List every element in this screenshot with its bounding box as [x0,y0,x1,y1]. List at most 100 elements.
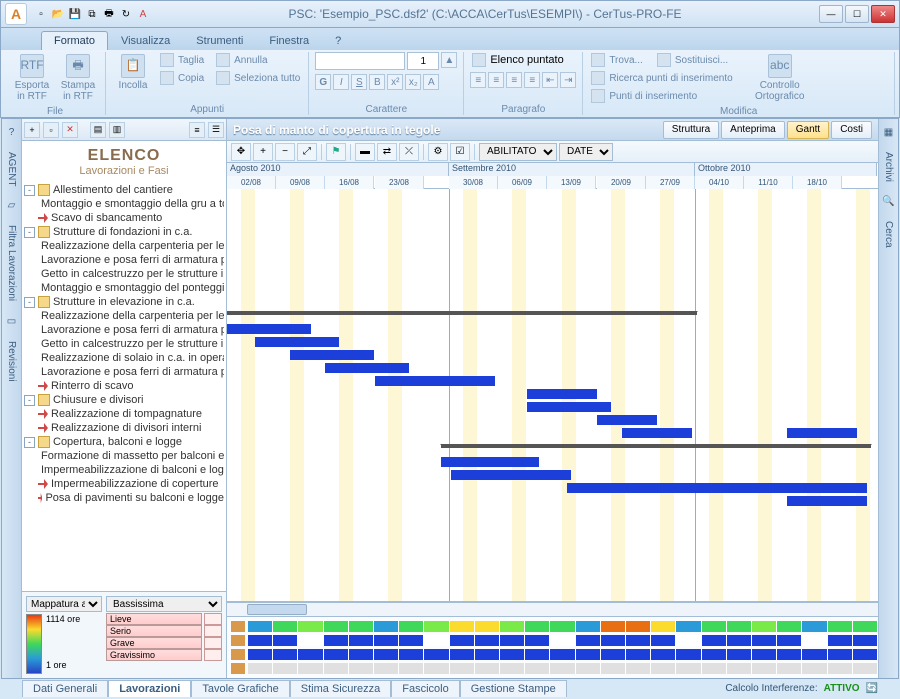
tab-archivi[interactable]: Archivi [881,148,896,186]
tree-node[interactable]: -Allestimento del cantiere [24,183,224,197]
tree-node[interactable]: -Chiusure e divisori [24,393,224,407]
qa-open-icon[interactable]: 📂 [50,6,66,22]
lp-list-icon[interactable]: ≡ [189,122,205,138]
gantt-h-scrollbar[interactable] [227,602,878,616]
ribbon-tab-visualizza[interactable]: Visualizza [108,31,183,50]
scroll-thumb[interactable] [247,604,307,615]
find-ins-button[interactable]: Ricerca punti di inserimento [589,70,734,86]
ribbon-tab-strumenti[interactable]: Strumenti [183,31,256,50]
severity-row[interactable]: Gravissimo [106,649,222,661]
color-mapping-select[interactable]: Mappatura a colori [26,596,102,612]
rev-icon[interactable]: ▭ [5,312,18,331]
outdent-button[interactable]: ⇤ [542,72,558,88]
font-combo[interactable] [315,52,405,70]
tab-revisioni[interactable]: Revisioni [4,337,19,386]
gantt-bar[interactable] [325,363,409,373]
gantt-bar[interactable] [622,428,692,438]
gantt-bar[interactable] [227,324,311,334]
search-side-icon[interactable]: 🔍 [880,192,896,211]
gantt-summary-bar[interactable] [227,311,697,315]
align-center-button[interactable]: ≡ [488,72,504,88]
gantt-bar[interactable] [597,415,657,425]
view-costi-button[interactable]: Costi [831,121,872,139]
tree-node[interactable]: Impermeabilizzazione di balconi e logge [24,463,224,477]
bottom-tab-dati-generali[interactable]: Dati Generali [22,680,108,697]
qa-save-icon[interactable]: 💾 [67,6,83,22]
gantt-bar[interactable] [787,428,857,438]
tree-toggle[interactable]: - [24,395,35,406]
tab-agent[interactable]: AGENT [4,148,19,190]
tree-node[interactable]: -Copertura, balconi e logge [24,435,224,449]
export-rtf-button[interactable]: RTFEsporta in RTF [11,52,53,104]
underline-button[interactable]: S [351,74,367,90]
ribbon-tab-formato[interactable]: Formato [41,31,108,50]
tree-node[interactable]: -Strutture di fondazioni in c.a. [24,225,224,239]
tree-node[interactable]: -Strutture in elevazione in c.a. [24,295,224,309]
gt-zoomfit-icon[interactable]: ⤢ [297,143,317,161]
indent-button[interactable]: ⇥ [560,72,576,88]
gt-bar-icon[interactable]: ▬ [355,143,375,161]
find-button[interactable]: Trova...Sostituisci... [589,52,734,68]
ribbon-tab-?[interactable]: ? [322,31,354,50]
bottom-tab-gestione-stampe[interactable]: Gestione Stampe [460,680,567,697]
font-size-combo[interactable] [407,52,439,70]
severity-row[interactable]: Serio [106,625,222,637]
tree-node[interactable]: Formazione di massetto per balconi e log… [24,449,224,463]
align-right-button[interactable]: ≡ [506,72,522,88]
tab-filtra[interactable]: Filtra Lavorazioni [4,221,19,305]
tree-node[interactable]: Montaggio e smontaggio del ponteggio met… [24,281,224,295]
tree-node[interactable]: Realizzazione di solaio in c.a. in opera… [24,351,224,365]
tree-node[interactable]: Getto in calcestruzzo per le strutture i… [24,267,224,281]
archive-icon[interactable]: ▦ [882,123,895,142]
lp-new-icon[interactable]: + [24,122,40,138]
tree-node[interactable]: Montaggio e smontaggio della gru a torre [24,197,224,211]
bottom-tab-fascicolo[interactable]: Fascicolo [391,680,459,697]
tree-toggle[interactable]: - [24,185,35,196]
tree-node[interactable]: Getto in calcestruzzo per le strutture i… [24,337,224,351]
paste-button[interactable]: 📋Incolla [112,52,154,93]
qa-refresh-icon[interactable]: ↻ [118,6,134,22]
qa-new-icon[interactable]: ▫ [33,6,49,22]
tree-toggle[interactable]: - [24,437,35,448]
gantt-chart[interactable]: Agosto 2010Settembre 2010Ottobre 201002/… [227,163,878,602]
gantt-bar[interactable] [255,337,339,347]
print-rtf-button[interactable]: 🖶Stampa in RTF [57,52,99,104]
tree-node[interactable]: Realizzazione della carpenteria per le s… [24,239,224,253]
gt-date-combo[interactable]: DATE [559,143,613,161]
filter-icon[interactable]: ▱ [6,196,18,215]
tab-cerca[interactable]: Cerca [881,217,896,252]
gt-link-icon[interactable]: ⇄ [377,143,397,161]
gt-abilitato-combo[interactable]: ABILITATO [479,143,557,161]
tree-node[interactable]: Realizzazione di divisori interni [24,421,224,435]
color-button[interactable]: A [423,74,439,90]
view-anteprima-button[interactable]: Anteprima [721,121,785,139]
lp-doc-icon[interactable]: ▤ [90,122,106,138]
tree-node[interactable]: Impermeabilizzazione di coperture [24,477,224,491]
tree-node[interactable]: Lavorazione e posa ferri di armatura per [24,323,224,337]
super-button[interactable]: x² [387,74,403,90]
bottom-tab-tavole-grafiche[interactable]: Tavole Grafiche [191,680,289,697]
minimize-button[interactable]: — [819,5,843,23]
gantt-summary-bar[interactable] [441,444,871,448]
size-up-icon[interactable]: ▲ [441,52,457,68]
gt-move-icon[interactable]: ✥ [231,143,251,161]
gantt-bar[interactable] [787,496,867,506]
bottom-tab-stima-sicurezza[interactable]: Stima Sicurezza [290,680,391,697]
gt-zoomout-icon[interactable]: − [275,143,295,161]
view-gantt-button[interactable]: Gantt [787,121,829,139]
gantt-bar[interactable] [451,470,571,480]
tree-node[interactable]: Lavorazione e posa ferri di armatura per [24,365,224,379]
ribbon-tab-finestra[interactable]: Finestra [256,31,322,50]
align-left-button[interactable]: ≡ [470,72,486,88]
gt-zoomin-icon[interactable]: + [253,143,273,161]
qa-saveall-icon[interactable]: ⧉ [84,6,100,22]
severity-row[interactable]: Lieve [106,613,222,625]
tree[interactable]: -Allestimento del cantiereMontaggio e sm… [22,179,226,591]
bold-button[interactable]: G [315,74,331,90]
lp-doc2-icon[interactable]: ▥ [109,122,125,138]
cut-button[interactable]: TagliaAnnulla [158,52,302,68]
gantt-bar[interactable] [527,402,611,412]
gt-unlink-icon[interactable]: ⤫ [399,143,419,161]
tree-node[interactable]: Posa di pavimenti su balconi e logge [24,491,224,505]
tree-node[interactable]: Scavo di sbancamento [24,211,224,225]
